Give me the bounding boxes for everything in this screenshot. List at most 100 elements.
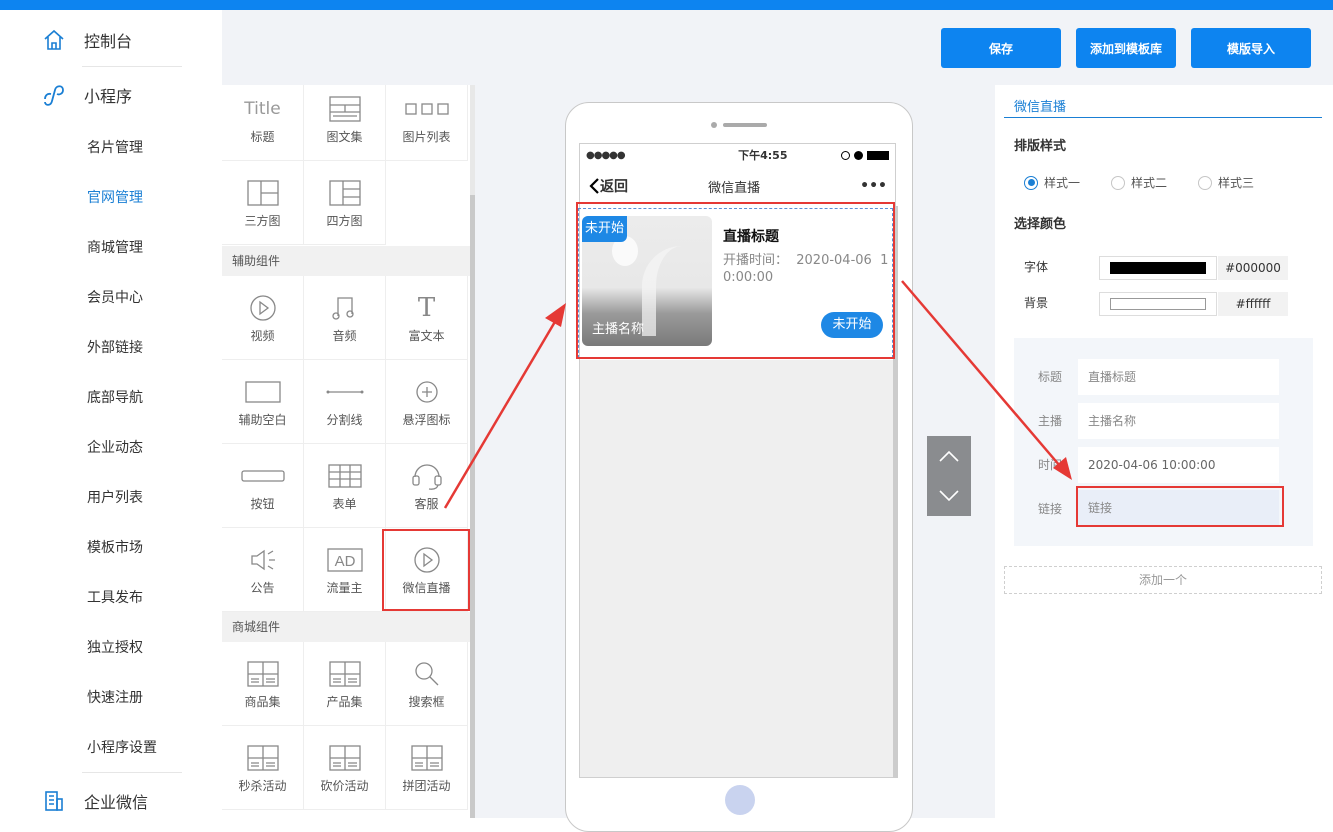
group-buy-icon: [410, 741, 443, 775]
bargain-icon: [328, 741, 361, 775]
component-image-text-set[interactable]: 图文集: [304, 85, 386, 161]
style-radio-2[interactable]: 样式二: [1111, 174, 1167, 191]
radio-label: 样式二: [1131, 176, 1168, 190]
add-one-button[interactable]: 添加一个: [1004, 566, 1322, 594]
component-blank-space[interactable]: 辅助空白: [222, 360, 304, 444]
layout-style-title: 排版样式: [1014, 139, 1067, 154]
link-field-label: 链接: [1038, 502, 1063, 516]
sidebar-item-label: 企业微信: [84, 793, 149, 812]
component-label: 搜索框: [408, 695, 445, 709]
component-label: 砍价活动: [320, 779, 369, 793]
mall-section-title: 商城组件: [222, 612, 470, 642]
home-button[interactable]: [725, 785, 755, 815]
chevron-down-icon[interactable]: [938, 489, 960, 503]
bg-color-label: 背景: [1024, 296, 1049, 310]
component-divider[interactable]: 分割线: [304, 360, 386, 444]
sidebar-item-8[interactable]: 模板市场: [87, 538, 143, 558]
sidebar-item-4[interactable]: 外部链接: [87, 338, 143, 358]
component-search-box[interactable]: 搜索框: [386, 642, 468, 726]
blank-space-icon: [244, 375, 281, 409]
component-float[interactable]: 悬浮图标: [386, 360, 468, 444]
font-color-label: 字体: [1024, 260, 1049, 274]
add-to-template-library-button[interactable]: 添加到模板库: [1076, 28, 1176, 68]
sidebar-item-5[interactable]: 底部导航: [87, 388, 143, 408]
annotation-box-preview: [576, 202, 895, 359]
component-label: 秒杀活动: [238, 779, 287, 793]
rich-text-icon: T: [417, 293, 436, 323]
product-set-icon: [328, 657, 361, 691]
component-video[interactable]: 视频: [222, 276, 304, 360]
divider: [82, 66, 182, 67]
sidebar-item-console[interactable]: 控制台: [40, 20, 132, 60]
radio-circle: [1024, 175, 1038, 190]
sidebar-item-1[interactable]: 官网管理: [87, 188, 143, 208]
component-label: 富文本: [408, 329, 445, 343]
component-label: 图片列表: [402, 130, 451, 144]
home-icon: [40, 26, 68, 54]
component-four-grid[interactable]: 四方图: [304, 161, 386, 245]
sidebar-item-10[interactable]: 独立授权: [87, 638, 143, 658]
sidebar-item-12[interactable]: 小程序设置: [87, 738, 157, 758]
component-flash-sale[interactable]: 秒杀活动: [222, 726, 304, 810]
component-customer-service[interactable]: 客服: [386, 444, 468, 528]
component-button[interactable]: 按钮: [222, 444, 304, 528]
customer-service-icon: [411, 459, 443, 493]
component-title-text[interactable]: Title 标题: [222, 85, 304, 161]
time-input[interactable]: 2020-04-06 10:00:00: [1078, 447, 1279, 483]
tab-wechat-live[interactable]: 微信直播: [1014, 96, 1066, 115]
component-goods-set[interactable]: 商品集: [222, 642, 304, 726]
chevron-up-icon[interactable]: [938, 449, 960, 463]
svg-text:AD: AD: [334, 553, 355, 570]
sidebar-item-miniprogram[interactable]: 小程序: [40, 75, 132, 115]
time-field-label: 时间: [1038, 458, 1063, 472]
template-import-button[interactable]: 模版导入: [1191, 28, 1311, 68]
save-button[interactable]: 保存: [941, 28, 1061, 68]
bg-color-swatch[interactable]: [1099, 292, 1217, 316]
font-color-value: #000000: [1218, 256, 1288, 280]
phone-nav-bar: 返回 微信直播 •••: [580, 166, 895, 206]
top-accent-bar: [0, 0, 1333, 10]
component-group-buy[interactable]: 拼团活动: [386, 726, 468, 810]
component-announcement[interactable]: 公告: [222, 528, 304, 612]
component-rich-text[interactable]: T 富文本: [386, 276, 468, 360]
sidebar-item-11[interactable]: 快速注册: [87, 688, 143, 708]
component-label: 图文集: [326, 130, 363, 144]
title-input[interactable]: 直播标题: [1078, 359, 1279, 395]
sidebar-item-label: 小程序: [84, 87, 133, 106]
component-panel: Title 标题 图文集 图片列表 三方图 四方图 辅助组件 视频 音频 T 富文本 辅助空白 分割线 悬…: [222, 85, 470, 818]
component-image-list[interactable]: 图片列表: [386, 85, 468, 161]
sidebar-item-3[interactable]: 会员中心: [87, 288, 143, 308]
divider: [82, 772, 182, 773]
radio-circle: [1111, 175, 1125, 190]
sidebar-item-9[interactable]: 工具发布: [87, 588, 143, 608]
component-product-set[interactable]: 产品集: [304, 642, 386, 726]
four-grid-icon: [328, 176, 361, 210]
radio-label: 样式三: [1218, 176, 1255, 190]
image-text-set-icon: [328, 92, 361, 126]
component-label: 按钮: [250, 497, 275, 511]
sidebar-item-6[interactable]: 企业动态: [87, 438, 143, 458]
sidebar-item-wework[interactable]: 企业微信: [40, 781, 148, 821]
sidebar-item-0[interactable]: 名片管理: [87, 138, 143, 158]
style-radio-3[interactable]: 样式三: [1198, 174, 1254, 191]
annotation-box-link: [1076, 486, 1284, 527]
component-label: 四方图: [326, 214, 363, 228]
search-box-icon: [413, 657, 441, 691]
sidebar-item-7[interactable]: 用户列表: [87, 488, 143, 508]
sidebar-item-2[interactable]: 商城管理: [87, 238, 143, 258]
component-bargain[interactable]: 砍价活动: [304, 726, 386, 810]
tab-underline: [1004, 117, 1322, 118]
component-label: 客服: [414, 497, 439, 511]
component-ad[interactable]: AD 流量主: [304, 528, 386, 612]
anchor-input[interactable]: 主播名称: [1078, 403, 1279, 439]
back-button[interactable]: 返回: [588, 176, 628, 196]
component-three-grid[interactable]: 三方图: [222, 161, 304, 245]
more-icon[interactable]: •••: [860, 178, 887, 194]
divider-icon: [326, 375, 364, 409]
style-radio-1[interactable]: 样式一: [1024, 174, 1080, 191]
component-label: 表单: [332, 497, 357, 511]
component-audio[interactable]: 音频: [304, 276, 386, 360]
announcement-icon: [249, 543, 277, 577]
font-color-swatch[interactable]: [1099, 256, 1217, 280]
component-form[interactable]: 表单: [304, 444, 386, 528]
